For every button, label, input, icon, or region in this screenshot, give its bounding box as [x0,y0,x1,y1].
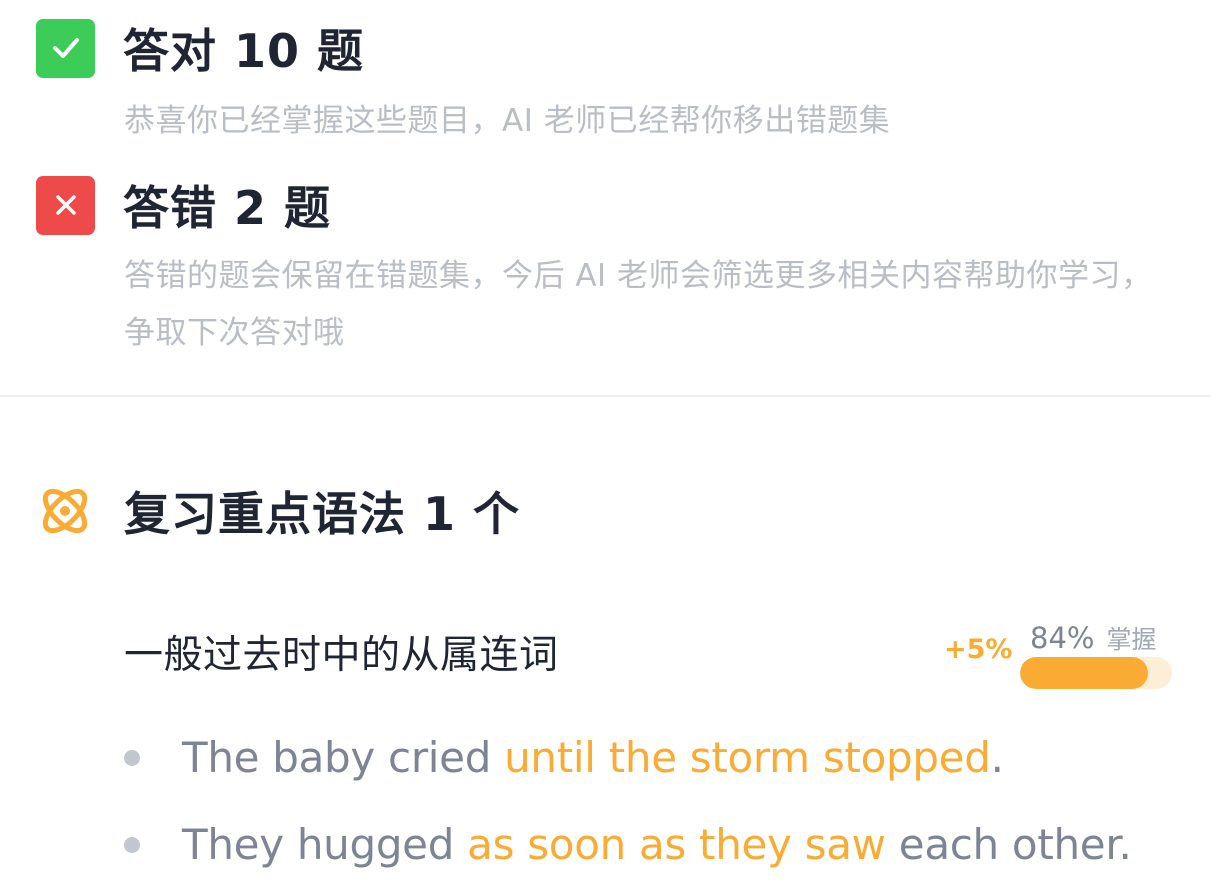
sentence-plain: The baby cried [182,733,505,782]
wrong-description: 答错的题会保留在错题集，今后 AI 老师会筛选更多相关内容帮助你学习，争取下次答… [124,258,1153,351]
mastery-gain: +5% [944,634,1013,665]
review-title: 复习重点语法 1 个 [124,487,521,541]
review-header: 复习重点语法 1 个 [36,478,520,544]
wrong-count-title: 答错 2 题 [123,181,332,235]
section-divider [0,395,1211,397]
example-text: The baby cried until the storm stopped. [182,733,1004,782]
checkmark-icon [52,38,79,58]
mastery-progress-fill [1020,657,1148,689]
bullet-dot [124,749,140,766]
sentence-highlight: as soon as they saw [467,820,886,869]
example-text: They hugged as soon as they saw each oth… [182,820,1132,869]
correct-description: 恭喜你已经掌握这些题目，AI 老师已经帮你移出错题集 [124,103,891,139]
grammar-point-name: 一般过去时中的从属连词 [124,633,559,678]
sentence-highlight: until the storm stopped [504,733,991,782]
mastery-percent: 84% [1030,621,1095,655]
bullet-dot [124,836,140,853]
wrong-badge [36,175,95,235]
sentence-plain: They hugged [182,820,468,869]
mastery-progress-bar [1020,657,1172,689]
example-sentence: The baby cried until the storm stopped. [124,733,1004,782]
example-sentence: They hugged as soon as they saw each oth… [124,820,1132,869]
sentence-plain: . [990,733,1004,782]
mastery-label: 掌握 [1106,625,1157,654]
mastery-readout: 84% 掌握 [1030,620,1156,656]
quiz-result-page: 答对 10 题 恭喜你已经掌握这些题目，AI 老师已经帮你移出错题集 答错 2 … [0,0,1211,890]
grammar-flower-icon [42,488,88,534]
correct-count-title: 答对 10 题 [123,24,365,78]
correct-badge [36,18,95,78]
correct-summary: 答对 10 题 [36,15,364,81]
sentence-plain: each other. [885,820,1132,869]
close-icon [55,195,76,215]
wrong-summary: 答错 2 题 [36,172,331,238]
